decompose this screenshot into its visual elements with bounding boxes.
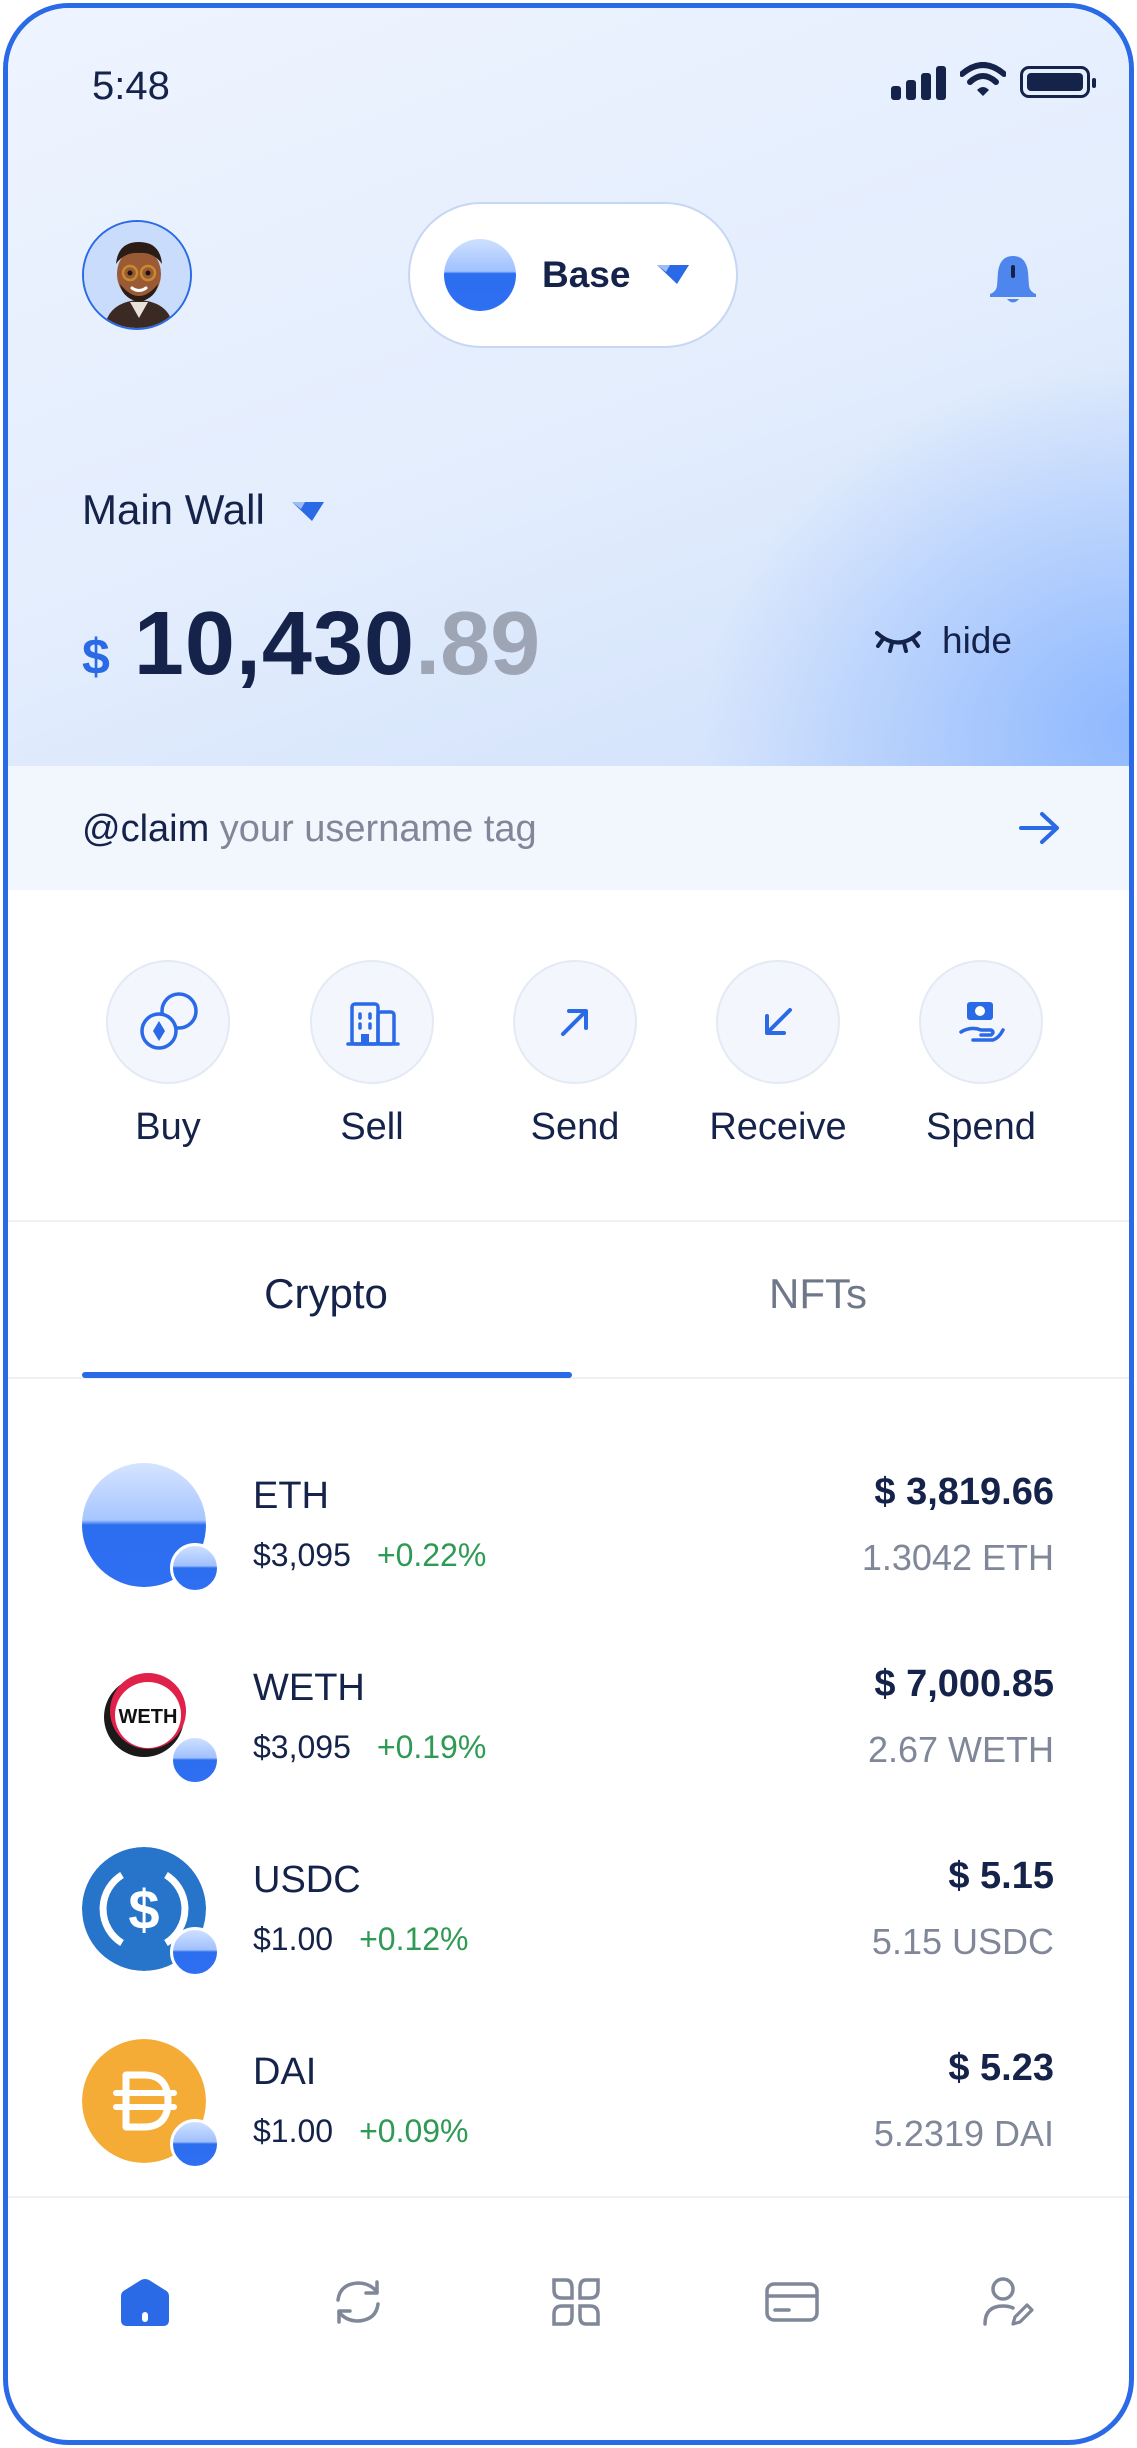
sell-label: Sell xyxy=(340,1106,404,1148)
divider xyxy=(8,1220,1129,1222)
asset-change: +0.19% xyxy=(376,1729,487,1765)
hide-label: hide xyxy=(942,620,1012,661)
buy-icon xyxy=(140,992,198,1050)
quick-actions: Buy Sell Send Receive Spend xyxy=(8,960,1129,1160)
network-selector[interactable]: Base xyxy=(408,202,738,348)
base-network-badge-icon xyxy=(170,1543,220,1593)
bottom-nav-divider xyxy=(8,2196,1129,2198)
battery-icon xyxy=(1020,66,1096,98)
asset-price-value: $3,095 xyxy=(253,1729,351,1765)
asset-quantity: 1.3042 ETH xyxy=(861,1537,1054,1578)
wallet-selector[interactable]: Main Wall xyxy=(82,486,325,534)
weth-icon-label: WETH xyxy=(119,1706,178,1728)
bell-icon[interactable] xyxy=(986,252,1040,306)
network-label: Base xyxy=(542,254,631,295)
nav-swap[interactable] xyxy=(326,2270,390,2334)
spend-button[interactable]: Spend xyxy=(881,960,1081,1149)
nav-home[interactable] xyxy=(113,2270,177,2334)
card-icon xyxy=(765,2282,819,2322)
base-network-badge-icon xyxy=(170,1735,220,1785)
spend-icon xyxy=(959,1002,1005,1042)
sell-button[interactable]: Sell xyxy=(272,960,472,1149)
arrow-right-icon xyxy=(1019,812,1059,844)
sell-icon xyxy=(346,1002,400,1046)
asset-quantity: 5.15 USDC xyxy=(871,1921,1054,1962)
active-tab-indicator xyxy=(82,1372,572,1378)
asset-quantity: 2.67 WETH xyxy=(867,1729,1054,1770)
asset-row-eth[interactable]: ETH $3,095 +0.22% $ 3,819.66 1.3042 ETH xyxy=(8,1463,1129,1623)
tab-nfts[interactable]: NFTs xyxy=(574,1270,1062,1318)
claim-username-banner[interactable]: @claim your username tag xyxy=(8,766,1129,890)
swap-icon xyxy=(336,2280,380,2324)
receive-label: Receive xyxy=(709,1106,847,1148)
asset-change: +0.22% xyxy=(376,1537,487,1573)
asset-value: $ 7,000.85 xyxy=(874,1663,1054,1705)
nav-apps[interactable] xyxy=(544,2270,608,2334)
asset-symbol: DAI xyxy=(253,2051,317,2093)
asset-price: $3,095 +0.19% xyxy=(253,1729,486,1766)
eye-closed-icon xyxy=(875,631,921,653)
profile-edit-icon xyxy=(983,2277,1034,2326)
apps-icon xyxy=(552,2278,600,2326)
asset-symbol: WETH xyxy=(253,1667,365,1709)
receive-arrow-icon xyxy=(765,1008,792,1035)
avatar[interactable] xyxy=(82,220,192,330)
cellular-signal-icon xyxy=(891,64,947,100)
base-network-icon xyxy=(444,239,516,311)
asset-price-value: $3,095 xyxy=(253,1537,351,1573)
asset-change: +0.12% xyxy=(359,1921,469,1957)
asset-row-weth[interactable]: WETH WETH $3,095 +0.19% $ 7,000.85 2.67 W… xyxy=(8,1655,1129,1815)
balance-integer: 10,430 xyxy=(133,594,416,694)
base-network-badge-icon xyxy=(170,1927,220,1977)
send-arrow-icon xyxy=(561,1009,588,1036)
wallet-balance: $ 10,430 .89 xyxy=(82,593,540,696)
wallet-name: Main Wall xyxy=(82,486,265,533)
asset-change: +0.09% xyxy=(359,2113,469,2149)
send-label: Send xyxy=(530,1106,620,1148)
svg-text:$: $ xyxy=(128,1878,159,1941)
hide-balance-button[interactable]: hide xyxy=(874,620,1012,662)
phone-frame: 5:48 Base Main Wall $ 10,430 .89 hide @c… xyxy=(3,3,1134,2445)
receive-button[interactable]: Receive xyxy=(678,960,878,1149)
status-time: 5:48 xyxy=(92,64,170,108)
asset-value: $ 5.15 xyxy=(948,1855,1054,1897)
asset-quantity: 5.2319 DAI xyxy=(873,2113,1054,2154)
balance-currency: $ xyxy=(82,629,110,685)
home-icon xyxy=(121,2279,169,2326)
spend-label: Spend xyxy=(926,1106,1036,1148)
nav-profile[interactable] xyxy=(975,2270,1039,2334)
wifi-icon xyxy=(960,62,1006,96)
tab-crypto[interactable]: Crypto xyxy=(82,1270,570,1318)
send-button[interactable]: Send xyxy=(475,960,675,1149)
asset-price: $1.00 +0.12% xyxy=(253,1921,469,1958)
asset-symbol: ETH xyxy=(253,1475,329,1517)
nav-card[interactable] xyxy=(760,2270,824,2334)
asset-price-value: $1.00 xyxy=(253,1921,334,1957)
base-network-badge-icon xyxy=(170,2119,220,2169)
chevron-down-icon xyxy=(657,265,690,284)
asset-price: $1.00 +0.09% xyxy=(253,2113,469,2150)
asset-value: $ 3,819.66 xyxy=(874,1471,1054,1513)
asset-price: $3,095 +0.22% xyxy=(253,1537,486,1574)
balance-decimal: .89 xyxy=(415,594,541,694)
asset-symbol: USDC xyxy=(253,1859,361,1901)
asset-row-usdc[interactable]: $ USDC $1.00 +0.12% $ 5.15 5.15 USDC xyxy=(8,1847,1129,2007)
asset-price-value: $1.00 xyxy=(253,2113,334,2149)
claim-handle: @claim xyxy=(82,808,210,850)
asset-row-dai[interactable]: DAI $1.00 +0.09% $ 5.23 5.2319 DAI xyxy=(8,2039,1129,2199)
claim-description: your username tag xyxy=(209,808,537,850)
buy-label: Buy xyxy=(135,1106,201,1148)
chevron-down-icon xyxy=(291,502,324,521)
claim-text: @claim your username tag xyxy=(82,808,537,851)
asset-value: $ 5.23 xyxy=(948,2047,1054,2089)
buy-button[interactable]: Buy xyxy=(68,960,268,1149)
